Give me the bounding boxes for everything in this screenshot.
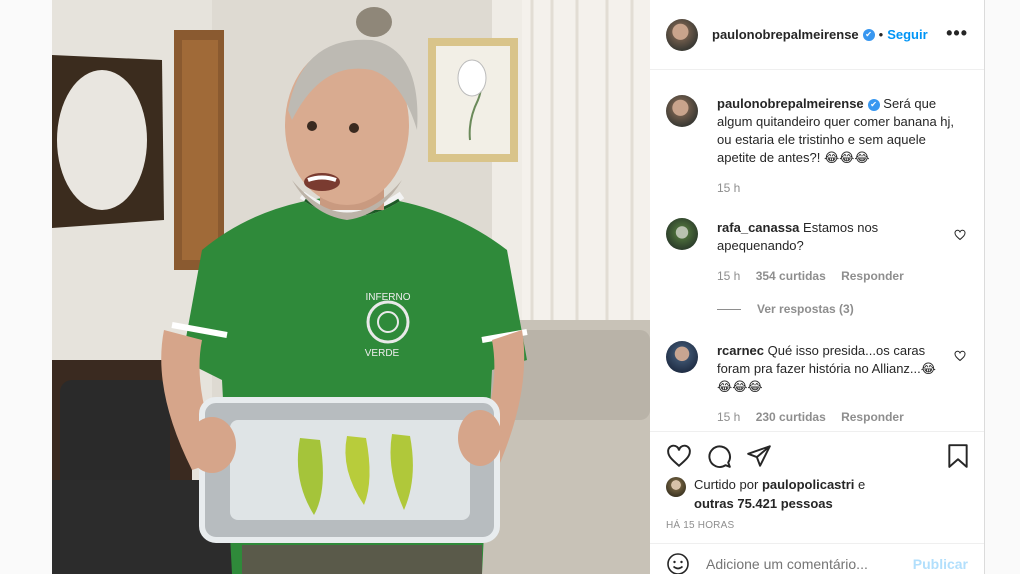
comment-body: rafa_canassa Estamos nos apequenando? bbox=[717, 219, 937, 255]
comment-username[interactable]: rcarnec bbox=[717, 343, 764, 358]
like-comment-heart-icon[interactable] bbox=[954, 229, 966, 241]
caption-time[interactable]: 15 h bbox=[717, 181, 740, 195]
verified-badge-icon: ✔ bbox=[867, 99, 880, 111]
comment-meta: 15 h 354 curtidas Responder bbox=[717, 269, 916, 283]
emoji-smiley-icon[interactable] bbox=[666, 552, 690, 574]
photo-illustration: INFERNO VERDE bbox=[52, 0, 650, 574]
caption-username[interactable]: paulonobrepalmeirense bbox=[717, 96, 864, 111]
author-avatar[interactable] bbox=[666, 18, 698, 51]
liker-avatar[interactable] bbox=[666, 477, 686, 497]
follow-button[interactable]: Seguir bbox=[887, 27, 927, 42]
verified-badge-icon: ✔ bbox=[862, 28, 875, 41]
post-header: paulonobrepalmeirense ✔ • Seguir ••• bbox=[650, 0, 984, 70]
comment-meta: 15 h 230 curtidas Responder bbox=[717, 410, 916, 424]
share-send-icon[interactable] bbox=[746, 443, 772, 469]
shirt-text-top: INFERNO bbox=[366, 292, 411, 303]
liker-username[interactable]: paulopolicastri bbox=[762, 477, 854, 492]
comment-input[interactable] bbox=[706, 555, 906, 572]
view-replies-label: Ver respostas (3) bbox=[757, 302, 854, 316]
likes-summary: Curtido por paulopolicastri e outras 75.… bbox=[666, 475, 966, 513]
comment-time[interactable]: 15 h bbox=[717, 269, 740, 283]
comment-item: rcarnec Qué isso presida...os caras fora… bbox=[666, 341, 966, 431]
comment-time[interactable]: 15 h bbox=[717, 410, 740, 424]
header-user-block: paulonobrepalmeirense ✔ • Seguir bbox=[712, 27, 928, 42]
instagram-post-view: INFERNO VERDE paulonobrepalmeirense ✔ • … bbox=[0, 0, 1020, 574]
post-actions-bar bbox=[650, 431, 984, 479]
comment-bubble-icon[interactable] bbox=[706, 443, 732, 469]
comment-likes[interactable]: 230 curtidas bbox=[756, 410, 826, 424]
header-separator: • bbox=[878, 27, 884, 42]
comments-list[interactable]: paulonobrepalmeirense ✔ Será que algum qu… bbox=[650, 71, 984, 431]
reply-button[interactable]: Responder bbox=[841, 410, 904, 424]
comment-likes[interactable]: 354 curtidas bbox=[756, 269, 826, 283]
comment-username[interactable]: rafa_canassa bbox=[717, 220, 799, 235]
post-photo[interactable]: INFERNO VERDE bbox=[52, 0, 650, 574]
post-side-panel: paulonobrepalmeirense ✔ • Seguir ••• pau… bbox=[650, 0, 985, 574]
post-timestamp[interactable]: HÁ 15 HORAS bbox=[666, 520, 734, 531]
publish-button[interactable]: Publicar bbox=[913, 556, 968, 572]
more-options-icon[interactable]: ••• bbox=[946, 24, 968, 42]
commenter-avatar[interactable] bbox=[666, 341, 698, 373]
add-comment-bar: Publicar bbox=[650, 543, 984, 574]
commenter-avatar[interactable] bbox=[666, 218, 698, 250]
likes-text: Curtido por paulopolicastri e outras 75.… bbox=[694, 475, 865, 513]
likes-and: e bbox=[858, 477, 866, 492]
shirt-text-bottom: VERDE bbox=[365, 348, 400, 359]
caption-meta: 15 h bbox=[717, 181, 752, 195]
caption-body: paulonobrepalmeirense ✔ Será que algum qu… bbox=[717, 95, 957, 167]
reply-button[interactable]: Responder bbox=[841, 269, 904, 283]
like-comment-heart-icon[interactable] bbox=[954, 350, 966, 362]
save-bookmark-icon[interactable] bbox=[945, 443, 971, 469]
like-heart-icon[interactable] bbox=[666, 443, 692, 469]
likes-others-link[interactable]: outras 75.421 pessoas bbox=[694, 496, 833, 511]
replies-divider bbox=[717, 308, 741, 310]
likes-prefix: Curtido por bbox=[694, 477, 759, 492]
comment-body: rcarnec Qué isso presida...os caras fora… bbox=[717, 342, 939, 396]
caption-author-avatar[interactable] bbox=[666, 95, 698, 127]
caption-item: paulonobrepalmeirense ✔ Será que algum qu… bbox=[666, 95, 966, 215]
author-username[interactable]: paulonobrepalmeirense bbox=[712, 27, 859, 42]
view-replies-button[interactable]: Ver respostas (3) bbox=[717, 302, 854, 316]
